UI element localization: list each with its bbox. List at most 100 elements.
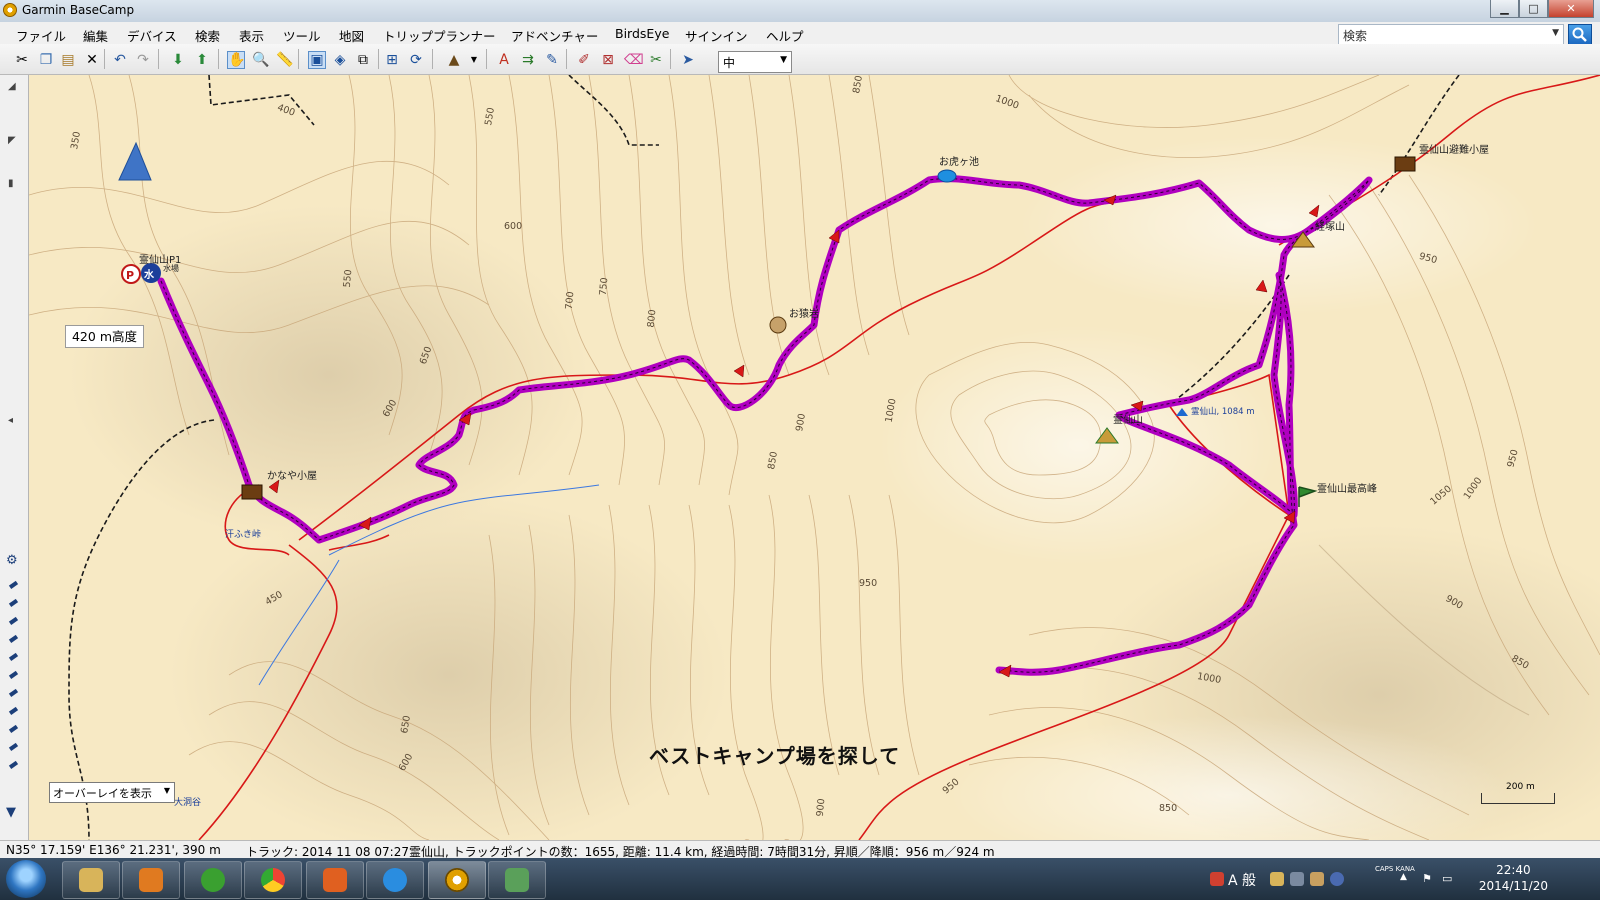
tray-ime-tool-icon[interactable] (1290, 872, 1304, 886)
tray-ime-tool-icon[interactable] (1270, 872, 1284, 886)
panel-expand-icon[interactable]: ◤ (8, 135, 16, 146)
taskbar-basecamp[interactable] (428, 861, 486, 899)
map-layers-icon[interactable]: ⧉ (355, 52, 371, 68)
menu-map[interactable]: 地図 (339, 26, 364, 45)
map-tool-icon[interactable]: ▬ (5, 664, 23, 683)
undo-icon[interactable]: ↶ (112, 52, 128, 68)
divide-track-icon[interactable]: ✂ (648, 52, 664, 68)
menu-help[interactable]: ヘルプ (766, 26, 804, 45)
measure-icon[interactable]: 📏 (276, 52, 293, 68)
menu-signin[interactable]: サインイン (685, 26, 748, 45)
summit-flag-icon[interactable] (1298, 486, 1318, 507)
taskbar-app-green[interactable] (184, 861, 242, 899)
panel-expand-icon[interactable]: ◢ (8, 81, 16, 92)
title-bar: Garmin BaseCamp ▁ □ ✕ (0, 0, 1600, 23)
map-tool-icon[interactable]: ▬ (5, 646, 23, 665)
system-clock[interactable]: 22:40 2014/11/20 (1479, 862, 1548, 894)
copy-icon[interactable]: ❐ (38, 52, 54, 68)
map-view[interactable]: P 水 霊仙山P1 水場 かなや小屋 汗ふき峠 お虎ヶ池 お猿岩 霊仙山避難小屋… (29, 75, 1600, 840)
menu-view[interactable]: 表示 (239, 26, 264, 45)
map-tool-icon[interactable]: ▬ (5, 592, 23, 611)
tray-app-icon[interactable] (1210, 872, 1224, 886)
network-icon[interactable]: ▭ (1442, 872, 1456, 886)
map-tool-icon[interactable]: ▬ (5, 718, 23, 737)
topographic-map[interactable]: P 水 (29, 75, 1600, 840)
minimize-button[interactable]: ▁ (1490, 0, 1519, 18)
north-arrow-icon[interactable] (118, 141, 152, 181)
waypoint-label-okaike[interactable]: お虎ヶ池 (939, 153, 979, 168)
waypoint-label-kanaya[interactable]: かなや小屋 (267, 467, 317, 482)
menu-birdseye[interactable]: BirdsEye (615, 26, 669, 41)
waypoint-tool-icon[interactable]: A (496, 52, 512, 68)
track-tool-icon[interactable]: ✎ (544, 52, 560, 68)
maximize-button[interactable]: □ (1519, 0, 1548, 18)
redo-icon[interactable]: ↷ (135, 52, 151, 68)
menu-trip-planner[interactable]: トリッププランナー (383, 26, 496, 45)
zoom-icon[interactable]: 🔍 (252, 52, 269, 68)
map-tool-icon[interactable]: ▬ (5, 736, 23, 755)
monkey-rock-icon[interactable] (769, 316, 787, 334)
splitter-handle[interactable]: ◂ (8, 415, 13, 426)
map-tool-icon[interactable]: ▬ (5, 682, 23, 701)
paste-icon[interactable]: ▤ (60, 52, 76, 68)
action-center-flag-icon[interactable]: ⚑ (1422, 872, 1436, 886)
map-tool-icon[interactable]: ▬ (5, 628, 23, 647)
map-tool-icon[interactable]: ▬ (5, 610, 23, 629)
menu-device[interactable]: デバイス (127, 26, 177, 45)
taskbar-office[interactable] (306, 861, 364, 899)
menu-adventure[interactable]: アドベンチャー (511, 26, 598, 45)
taskbar-ie[interactable] (366, 861, 424, 899)
search-input[interactable]: 検索 ▼ (1338, 24, 1564, 45)
map-tool-icon[interactable]: ▬ (5, 754, 23, 773)
overlay-select[interactable]: オーバーレイを表示 ▼ (49, 782, 175, 803)
menu-tools[interactable]: ツール (283, 26, 321, 45)
map-tool-icon[interactable]: ▬ (5, 574, 23, 593)
3d-view-icon[interactable]: ◈ (332, 52, 348, 68)
eraser-icon[interactable]: ⌫ (624, 52, 644, 68)
waypoint-label-water[interactable]: 水場 (163, 263, 179, 274)
menu-file[interactable]: ファイル (16, 26, 66, 45)
pond-icon[interactable] (937, 169, 957, 183)
waypoint-label-summit-elevation[interactable]: 霊仙山, 1084 m (1191, 405, 1255, 417)
waypoint-label-hut[interactable]: 霊仙山避難小屋 (1419, 141, 1489, 156)
send-route-icon[interactable]: ➤ (680, 52, 696, 68)
tray-expand-icon[interactable]: ▲ (1400, 872, 1414, 886)
ime-indicator[interactable]: A 般 (1228, 870, 1256, 890)
map-detail-select[interactable]: 中 ▼ (718, 51, 792, 73)
refresh-map-icon[interactable]: ⟳ (408, 52, 424, 68)
chevron-down-icon[interactable]: ▼ (466, 52, 482, 68)
hand-pan-icon[interactable]: ✋ (227, 51, 245, 69)
waypoint-label-osaruiwa[interactable]: お猿岩 (789, 305, 819, 320)
taskbar-media-player[interactable] (122, 861, 180, 899)
menu-edit[interactable]: 編集 (83, 26, 108, 45)
taskbar-photos[interactable] (488, 861, 546, 899)
help-icon[interactable] (1330, 872, 1344, 886)
select-points-icon[interactable]: ⊠ (600, 52, 616, 68)
gear-icon[interactable]: ⚙ (6, 553, 18, 568)
taskbar-explorer[interactable] (62, 861, 120, 899)
waypoint-label-asebu[interactable]: 汗ふき峠 (225, 527, 261, 540)
chevron-down-icon[interactable]: ▼ (1552, 28, 1559, 38)
search-button[interactable] (1568, 24, 1592, 46)
waypoint-label-kyozuka[interactable]: 経塚山 (1315, 218, 1345, 233)
send-to-device-icon[interactable]: ⬆ (194, 52, 210, 68)
edit-track-icon[interactable]: ✐ (576, 52, 592, 68)
route-tool-icon[interactable]: ⇉ (520, 52, 536, 68)
tray-ime-tool-icon[interactable] (1310, 872, 1324, 886)
mountain-profile-icon[interactable]: ▲ (446, 52, 462, 68)
delete-icon[interactable]: ✕ (84, 52, 100, 68)
filter-icon[interactable]: ▼ (6, 805, 16, 820)
waypoint-label-highest[interactable]: 霊仙山最高峰 (1317, 480, 1377, 495)
close-button[interactable]: ✕ (1548, 0, 1594, 18)
hut-icon[interactable] (1394, 156, 1416, 172)
cut-icon[interactable]: ✂ (14, 52, 30, 68)
start-button[interactable] (6, 860, 46, 898)
hut-icon[interactable] (241, 484, 263, 500)
waypoint-label-ryozen[interactable]: 霊仙山 (1113, 411, 1143, 426)
map-tool-icon[interactable]: ▬ (5, 700, 23, 719)
receive-from-device-icon[interactable]: ⬇ (170, 52, 186, 68)
2d-map-icon[interactable]: ▣ (308, 51, 326, 69)
taskbar-chrome[interactable] (244, 861, 302, 899)
menu-search[interactable]: 検索 (195, 26, 220, 45)
fit-to-view-icon[interactable]: ⊞ (384, 52, 400, 68)
